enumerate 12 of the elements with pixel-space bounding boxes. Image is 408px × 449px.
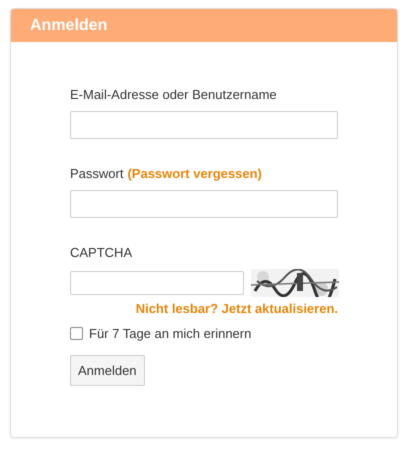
password-field[interactable] bbox=[70, 190, 338, 218]
field-label: E-Mail-Adresse oder Benutzername bbox=[70, 87, 277, 102]
forgot-password-link[interactable]: (Passwort vergessen) bbox=[127, 166, 262, 181]
remember-checkbox[interactable] bbox=[70, 327, 83, 340]
login-button[interactable]: Anmelden bbox=[70, 355, 145, 386]
captcha-field[interactable] bbox=[70, 271, 244, 295]
panel-title: Anmelden bbox=[30, 16, 108, 34]
username-field[interactable] bbox=[70, 111, 338, 139]
field-label: Passwort bbox=[70, 166, 124, 181]
refresh-captcha-link[interactable]: Nicht lesbar? Jetzt aktualisieren. bbox=[136, 301, 338, 316]
field-label: CAPTCHA bbox=[70, 245, 132, 260]
remember-label: Für 7 Tage an mich erinnern bbox=[89, 326, 252, 341]
